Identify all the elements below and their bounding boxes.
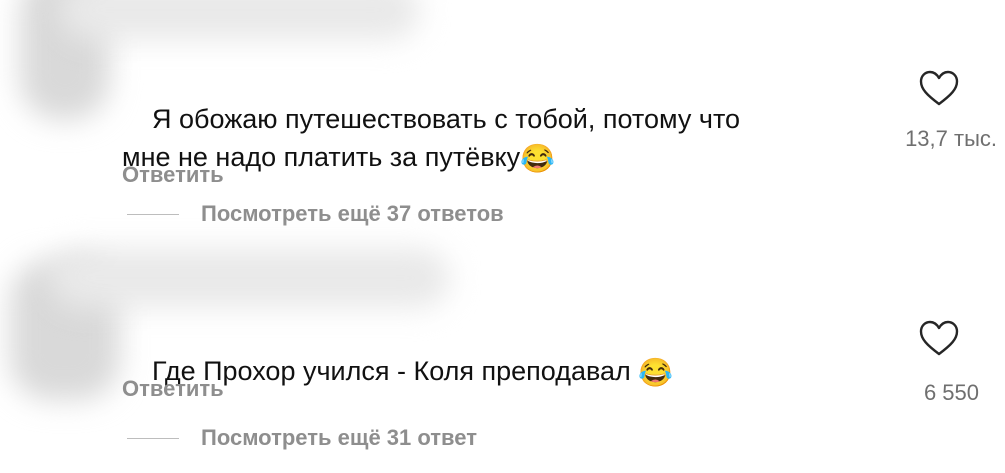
blurred-username [60, 0, 420, 40]
reply-button[interactable]: Ответить [122, 162, 224, 188]
laughing-emoji-icon: 😂 [520, 143, 556, 174]
comment-item: Я обожаю путешествовать с тобой, потому … [0, 0, 1005, 240]
reply-button[interactable]: Ответить [122, 376, 224, 402]
view-replies-button[interactable]: Посмотреть ещё 31 ответ [127, 425, 477, 451]
like-count: 6 550 [923, 380, 979, 405]
like-button[interactable] [917, 68, 961, 108]
heart-outline-icon [919, 320, 959, 356]
view-replies-label: Посмотреть ещё 37 ответов [201, 201, 504, 226]
view-replies-button[interactable]: Посмотреть ещё 37 ответов [127, 201, 504, 227]
view-replies-label: Посмотреть ещё 31 ответ [201, 425, 477, 450]
laughing-emoji-icon: 😂 [638, 357, 674, 388]
comment-text: Где Прохор учился - Коля преподавал 😂 [122, 314, 673, 428]
heart-outline-icon [919, 70, 959, 106]
comment-text: Я обожаю путешествовать с тобой, потому … [122, 62, 740, 214]
blurred-username [50, 248, 450, 308]
comment-item: Где Прохор учился - Коля преподавал 😂 6 … [0, 240, 1005, 473]
comment-body: Где Прохор учился - Коля преподавал [152, 356, 639, 386]
like-count: 13,7 тыс. [905, 126, 997, 151]
like-button[interactable] [917, 318, 961, 358]
thread-line [127, 213, 179, 215]
thread-line [127, 437, 179, 439]
